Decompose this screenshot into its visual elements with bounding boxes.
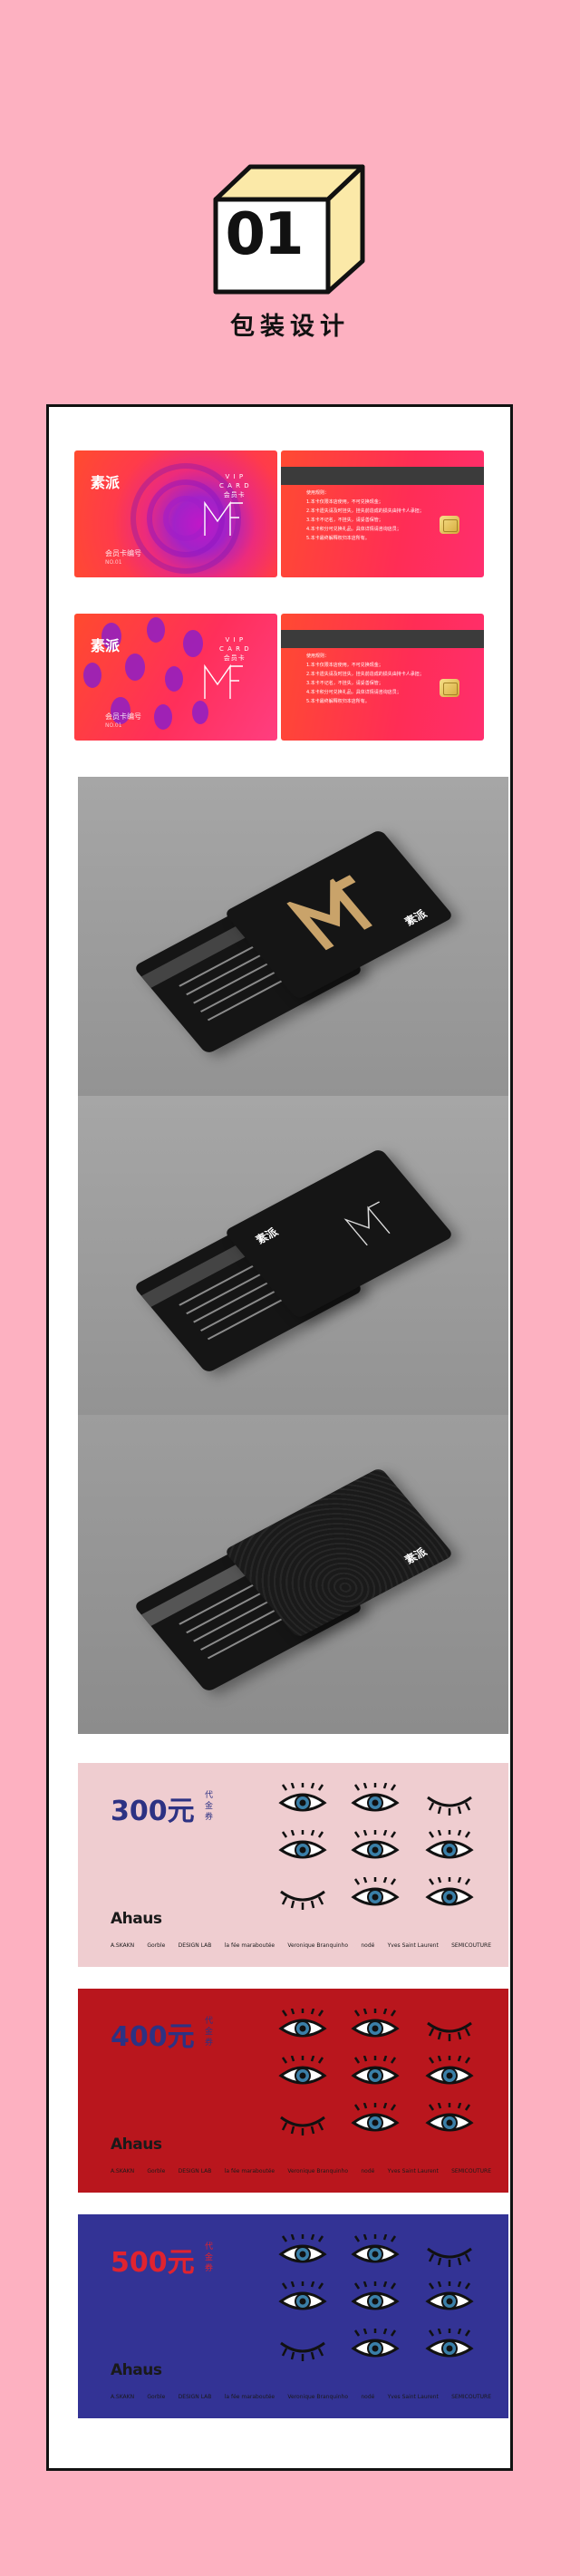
brand-logo: A.SKAKN: [111, 1942, 135, 1949]
voucher-type: 代金券: [205, 1791, 214, 1822]
open-eye-icon: [351, 2281, 400, 2310]
voucher-logo: Ahaus: [111, 2135, 162, 2154]
brand-logo: nodé: [361, 2168, 375, 2174]
voucher-brand-list: A.SKAKN Gorble DESIGN LAB la fée maraboutée…: [111, 2168, 491, 2174]
section-number: 01: [225, 201, 304, 268]
open-eye-icon: [351, 1877, 400, 1906]
card-mockup-2: 素派: [78, 1096, 508, 1415]
card-brand: 素派: [401, 907, 430, 928]
brand-logo: Gorble: [147, 2394, 166, 2400]
voucher-500: 500元 代金券 Ahaus A.SKAKN Gorble DESIGN LAB la…: [78, 2214, 508, 2418]
brand-logo: nodé: [361, 1942, 375, 1949]
open-eye-icon: [425, 1830, 474, 1859]
open-eye-icon: [425, 2056, 474, 2085]
closed-eye-icon: [427, 2247, 472, 2267]
voucher-brand-list: A.SKAKN Gorble DESIGN LAB la fée maraboutée…: [111, 1942, 491, 1949]
card-rules: 使用规则： 1.本卡仅限本店使用，不可兑换现金； 2.本卡遗失请及时挂失，挂失前造成…: [306, 490, 424, 541]
mf-logo-icon: [204, 663, 243, 699]
open-eye-icon: [351, 2329, 400, 2358]
closed-eye-icon: [280, 2341, 325, 2361]
content-frame: 素派 V I PC A R D 会员卡 会员卡编号 NO.01 使用规则： 1.本卡…: [46, 404, 513, 2471]
open-eye-icon: [351, 2103, 400, 2132]
chip-icon: [440, 679, 459, 697]
voucher-amount: 400元: [111, 2021, 195, 2053]
voucher-type: 代金券: [205, 2242, 214, 2273]
card-brand: 素派: [91, 474, 121, 491]
mf-logo-icon: [343, 1201, 391, 1246]
open-eye-icon: [351, 2056, 400, 2085]
open-eye-icon: [351, 1830, 400, 1859]
brand-logo: DESIGN LAB: [178, 2394, 212, 2400]
vip-card-back-1: 使用规则： 1.本卡仅限本店使用，不可兑换现金； 2.本卡遗失请及时挂失，挂失前造成…: [281, 450, 484, 577]
brand-logo: Gorble: [147, 1942, 166, 1949]
card-rules: 使用规则： 1.本卡仅限本店使用，不可兑换现金； 2.本卡遗失请及时挂失，挂失前造成…: [306, 654, 424, 704]
card-brand: 素派: [91, 637, 121, 654]
open-eye-icon: [278, 1783, 327, 1812]
open-eye-icon: [351, 2234, 400, 2263]
brand-logo: SEMICOUTURE: [451, 1942, 491, 1949]
voucher-amount: 500元: [111, 2247, 195, 2279]
brand-logo: nodé: [361, 2394, 375, 2400]
section-title: 包装设计: [230, 313, 350, 341]
card-mockup-3: 素派: [78, 1415, 508, 1734]
mf-logo-icon: [285, 875, 372, 951]
open-eye-icon: [425, 2329, 474, 2358]
open-eye-icon: [278, 1830, 327, 1859]
brand-logo: Yves Saint Laurent: [387, 1942, 439, 1949]
voucher-type: 代金券: [205, 2017, 214, 2048]
brand-logo: Yves Saint Laurent: [387, 2168, 439, 2174]
voucher-logo: Ahaus: [111, 1910, 162, 1928]
open-eye-icon: [278, 2281, 327, 2310]
closed-eye-icon: [280, 2116, 325, 2135]
mf-logo-icon: [204, 500, 243, 536]
brand-logo: A.SKAKN: [111, 2394, 135, 2400]
open-eye-icon: [425, 1877, 474, 1906]
open-eye-icon: [425, 2281, 474, 2310]
open-eye-icon: [278, 2234, 327, 2263]
brand-logo: la fée maraboutée: [224, 2168, 276, 2174]
open-eye-icon: [278, 2056, 327, 2085]
open-eye-icon: [425, 2103, 474, 2132]
closed-eye-icon: [280, 1890, 325, 1910]
magnetic-stripe: [281, 630, 484, 648]
brand-logo: Veronique Branquinho: [287, 2168, 349, 2174]
card-holder-label: 会员卡编号: [105, 549, 141, 557]
brand-logo: la fée maraboutée: [224, 2394, 276, 2400]
vip-card-back-2: 使用规则： 1.本卡仅限本店使用，不可兑换现金； 2.本卡遗失请及时挂失，挂失前造成…: [281, 614, 484, 741]
open-eye-icon: [278, 2009, 327, 2038]
closed-eye-icon: [427, 1796, 472, 1816]
card-brand: 素派: [253, 1225, 281, 1246]
vip-card-front-2: 素派 V I PC A R D 会员卡 会员卡编号 NO.01: [74, 614, 277, 741]
brand-logo: Gorble: [147, 2168, 166, 2174]
card-number: NO.01: [105, 722, 122, 729]
card-number: NO.01: [105, 559, 122, 566]
open-eye-icon: [351, 1783, 400, 1812]
card-mockup-1: 素派: [78, 777, 508, 1096]
chip-icon: [440, 516, 459, 534]
brand-logo: Veronique Branquinho: [287, 1942, 349, 1949]
brand-logo: A.SKAKN: [111, 2168, 135, 2174]
magnetic-stripe: [281, 467, 484, 485]
brand-logo: Veronique Branquinho: [287, 2394, 349, 2400]
brand-logo: SEMICOUTURE: [451, 2168, 491, 2174]
brand-logo: Yves Saint Laurent: [387, 2394, 439, 2400]
vip-card-front-1: 素派 V I PC A R D 会员卡 会员卡编号 NO.01: [74, 450, 277, 577]
voucher-300: 300元 代金券 Ahaus A.SKAKN Gorble DESIGN LAB la…: [78, 1763, 508, 1967]
brand-logo: DESIGN LAB: [178, 2168, 212, 2174]
voucher-brand-list: A.SKAKN Gorble DESIGN LAB la fée maraboutée…: [111, 2394, 491, 2400]
section-header: 01 包装设计: [0, 0, 580, 381]
voucher-amount: 300元: [111, 1796, 195, 1827]
brand-logo: la fée maraboutée: [224, 1942, 276, 1949]
voucher-logo: Ahaus: [111, 2361, 162, 2379]
card-holder-label: 会员卡编号: [105, 712, 141, 721]
brand-logo: DESIGN LAB: [178, 1942, 212, 1949]
voucher-400: 400元 代金券 Ahaus A.SKAKN Gorble DESIGN LAB la…: [78, 1989, 508, 2193]
closed-eye-icon: [427, 2021, 472, 2041]
open-eye-icon: [351, 2009, 400, 2038]
brand-logo: SEMICOUTURE: [451, 2394, 491, 2400]
card-brand: 素派: [401, 1545, 430, 1566]
